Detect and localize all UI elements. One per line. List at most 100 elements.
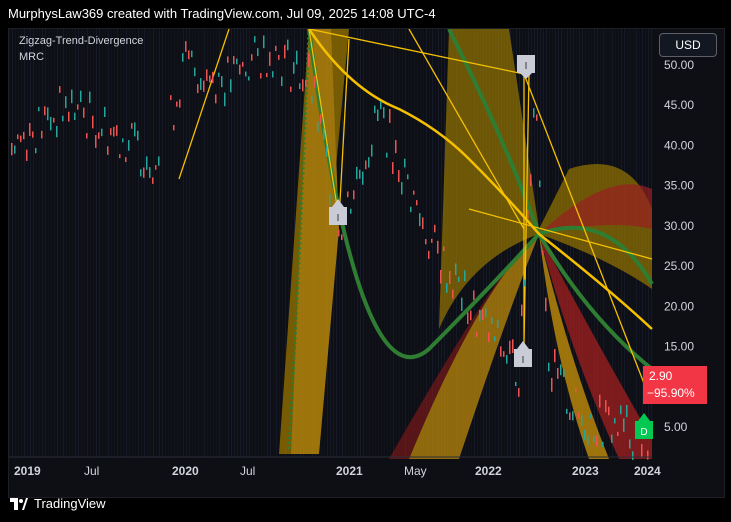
background-stripe [237, 29, 238, 457]
candle [641, 444, 643, 458]
candle [74, 112, 76, 121]
candle [266, 72, 268, 78]
candle [581, 415, 583, 426]
background-stripe [21, 29, 22, 457]
candle [602, 441, 604, 447]
candle [503, 351, 505, 357]
candle [473, 290, 475, 301]
candle [14, 145, 16, 154]
background-stripe [114, 29, 115, 457]
time-axis[interactable]: 2019 Jul 2020 Jul 2021 May 2022 2023 2024 [14, 464, 661, 478]
candle [608, 406, 610, 416]
indicator-label-mrc[interactable]: MRC [19, 51, 44, 63]
candle [509, 340, 511, 354]
candle [527, 209, 529, 219]
background-stripe [387, 29, 388, 457]
candle [395, 139, 397, 154]
background-stripe [12, 29, 13, 457]
candle [53, 117, 55, 123]
background-stripe [60, 29, 61, 457]
candle [578, 412, 580, 419]
background-stripe [132, 29, 133, 457]
candle [611, 434, 613, 443]
candle [470, 310, 472, 321]
candle [278, 54, 280, 60]
background-stripe [105, 29, 106, 457]
candle [626, 405, 628, 418]
candle [314, 76, 316, 88]
chart-canvas[interactable]: I I I D 50.00 45.00 40.00 35.00 30.00 25.00 20… [9, 29, 724, 497]
candle [569, 412, 571, 420]
candle [431, 238, 433, 243]
background-stripe [264, 29, 265, 457]
candle [587, 435, 589, 446]
candle [341, 234, 343, 241]
background-stripe [168, 29, 169, 457]
candle [599, 394, 601, 408]
background-stripe [249, 29, 250, 457]
candle [206, 69, 208, 81]
time-tick-label: 2020 [172, 464, 199, 478]
chart-pane[interactable]: I I I D 50.00 45.00 40.00 35.00 30.00 25.00 20… [8, 28, 725, 498]
candle [212, 71, 214, 84]
candle [110, 128, 112, 136]
candle [476, 331, 478, 337]
last-price-change: −95.90% [647, 386, 695, 400]
candle [182, 53, 184, 62]
candle [137, 130, 139, 141]
background-stripe [165, 29, 166, 457]
candle [560, 364, 562, 376]
background-stripe [252, 29, 253, 457]
candle [410, 206, 412, 213]
candle [92, 115, 94, 129]
candle [554, 349, 556, 363]
svg-text:I: I [525, 61, 528, 72]
candle [209, 75, 211, 83]
candle [575, 388, 577, 393]
candle [62, 115, 64, 122]
candle [389, 109, 391, 123]
candle [416, 200, 418, 206]
background-stripe [51, 29, 52, 457]
background-stripe [195, 29, 196, 457]
indicator-label-zigzag[interactable]: Zigzag-Trend-Divergence [19, 35, 143, 47]
candle [620, 405, 622, 415]
candle [434, 224, 436, 233]
tradingview-footer[interactable]: TradingView [10, 496, 106, 511]
candle [83, 107, 85, 118]
background-stripe [210, 29, 211, 457]
price-tick-label: 45.00 [664, 98, 694, 112]
candle [101, 128, 103, 137]
background-stripe [120, 29, 121, 457]
candle [329, 193, 331, 206]
background-stripe [54, 29, 55, 457]
candle [491, 317, 493, 324]
candle [86, 133, 88, 139]
candle [128, 140, 130, 151]
candle [80, 90, 82, 103]
background-stripe [150, 29, 151, 457]
candle [323, 127, 325, 140]
background-stripe [192, 29, 193, 457]
background-stripe [270, 29, 271, 457]
candle [485, 307, 487, 317]
candle [290, 86, 292, 92]
background-stripe [381, 29, 382, 457]
background-stripe [390, 29, 391, 457]
background-stripe [384, 29, 385, 457]
background-stripe [198, 29, 199, 457]
candle [236, 58, 238, 65]
candle [542, 250, 544, 255]
currency-button[interactable]: USD [659, 33, 717, 57]
background-stripe [276, 29, 277, 457]
background-stripe [63, 29, 64, 457]
candle [647, 450, 649, 460]
candle [194, 67, 196, 77]
candle [413, 190, 415, 195]
background-stripe [183, 29, 184, 457]
background-stripe [159, 29, 160, 457]
candle [362, 171, 364, 185]
background-stripe [240, 29, 241, 457]
candle [17, 134, 19, 140]
background-stripe [234, 29, 235, 457]
